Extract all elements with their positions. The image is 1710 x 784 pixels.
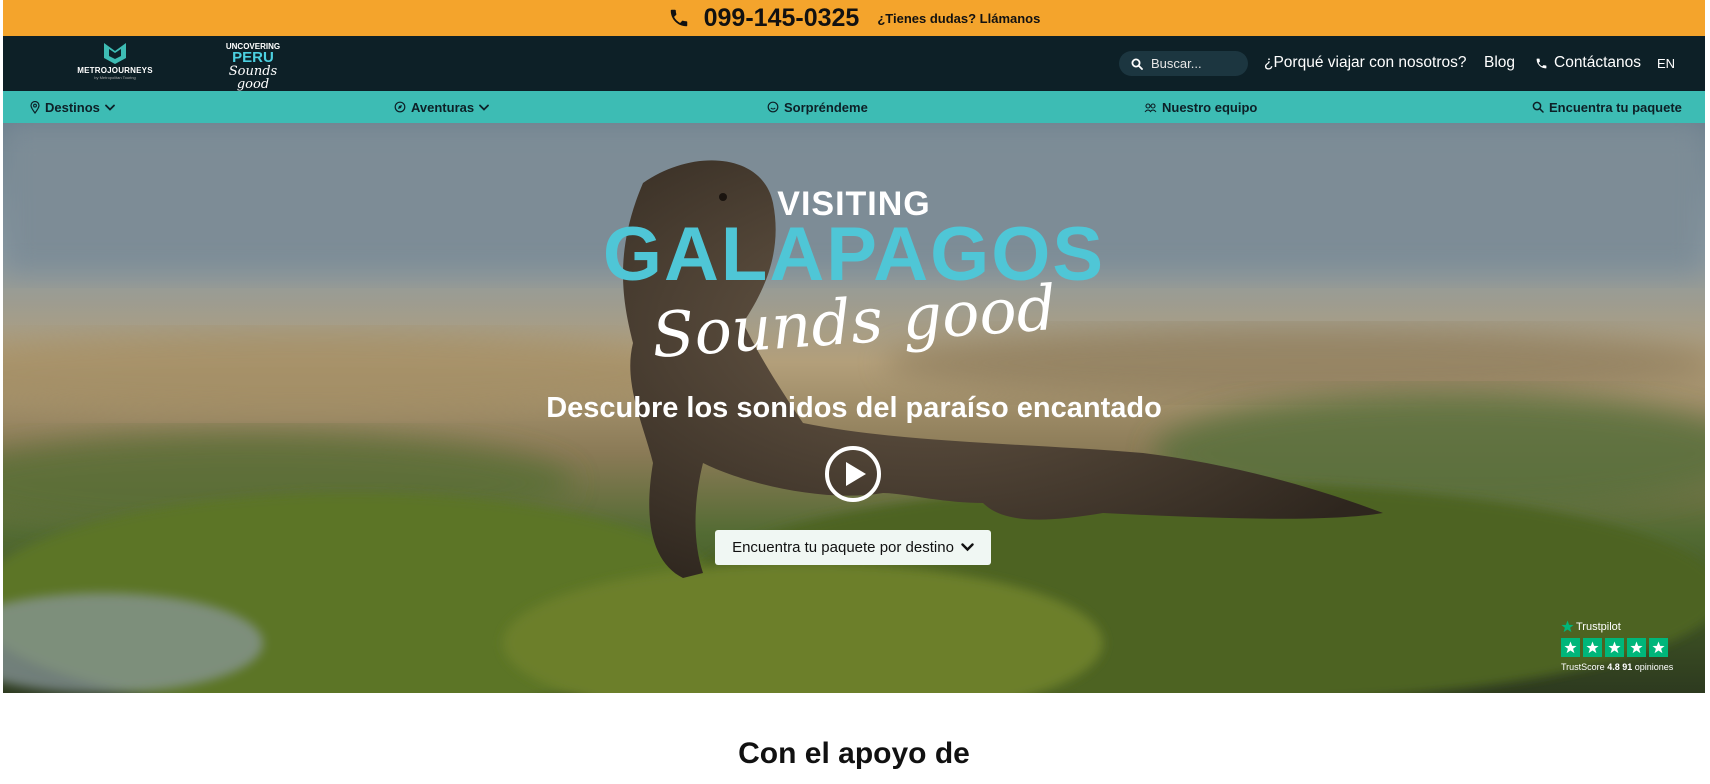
support-section-title: Con el apoyo de — [738, 737, 970, 770]
subnav-sorprendeme[interactable]: Sorpréndeme — [767, 91, 868, 123]
search-input[interactable] — [1151, 56, 1241, 71]
destination-dropdown-button[interactable]: Encuentra tu paquete por destino — [715, 530, 991, 565]
subnav-sorprendeme-label: Sorpréndeme — [784, 99, 868, 115]
metrojourneys-name: METROJOURNEYS — [77, 66, 153, 75]
reviews-label: opiniones — [1634, 662, 1674, 672]
sub-nav: Destinos Aventuras Sorpréndeme Nuestro e… — [3, 91, 1705, 123]
metrojourneys-byline: by Metropolitan Touring — [94, 75, 136, 80]
rating-star-icon — [1627, 638, 1646, 657]
trustscore-label: TrustScore — [1561, 662, 1605, 672]
nav-contact-link[interactable]: Contáctanos — [1535, 54, 1641, 72]
hero-banner: VISITING GALAPAGOS Sounds good Descubre … — [3, 123, 1705, 693]
search-box[interactable] — [1119, 51, 1248, 76]
trustpilot-brand-label: Trustpilot — [1576, 620, 1621, 633]
peru-logo-line3: Sounds good — [228, 64, 278, 92]
rating-star-icon — [1649, 638, 1668, 657]
call-us-text: ¿Tienes dudas? Llámanos — [877, 10, 1041, 26]
review-count: 91 — [1622, 662, 1633, 672]
nav-blog-link[interactable]: Blog — [1484, 54, 1515, 72]
map-pin-icon — [30, 100, 40, 114]
chevron-down-icon — [105, 104, 115, 111]
rating-star-icon — [1561, 638, 1580, 657]
subnav-equipo[interactable]: Nuestro equipo — [1144, 91, 1257, 123]
trustpilot-score: TrustScore 4.8 91 opiniones — [1561, 662, 1676, 672]
main-nav: METROJOURNEYS by Metropolitan Touring UN… — [3, 36, 1705, 91]
play-video-button[interactable] — [824, 445, 882, 503]
search-icon — [1131, 58, 1143, 70]
nav-contact-label: Contáctanos — [1554, 54, 1642, 71]
top-contact-bar: 099-145-0325 ¿Tienes dudas? Llámanos — [3, 0, 1705, 36]
subnav-destinos[interactable]: Destinos — [30, 91, 115, 123]
hero-content: VISITING GALAPAGOS Sounds good Descubre … — [3, 123, 1705, 693]
phone-number-link[interactable]: 099-145-0325 — [704, 4, 860, 33]
rating-star-icon — [1583, 638, 1602, 657]
phone-icon — [1536, 58, 1547, 68]
trustpilot-widget[interactable]: Trustpilot TrustScore 4.8 91 opiniones — [1561, 620, 1676, 672]
nav-why-travel-link[interactable]: ¿Porqué viajar con nosotros? — [1264, 54, 1466, 72]
phone-icon — [670, 9, 687, 27]
peru-logo-line2: PERU — [232, 49, 274, 66]
compass-icon — [394, 101, 406, 113]
trustpilot-star-icon — [1561, 620, 1574, 633]
trustpilot-stars — [1561, 638, 1676, 657]
destination-dropdown-label: Encuentra tu paquete por destino — [732, 539, 954, 556]
subnav-aventuras-label: Aventuras — [411, 99, 475, 115]
hero-tagline: Descubre los sonidos del paraíso encanta… — [546, 392, 1162, 424]
uncovering-peru-logo[interactable]: UNCOVERING PERU Sounds good — [221, 42, 285, 92]
subnav-destinos-label: Destinos — [45, 99, 100, 115]
subnav-equipo-label: Nuestro equipo — [1162, 99, 1258, 115]
search-icon — [1532, 101, 1544, 113]
metrojourneys-logo[interactable]: METROJOURNEYS by Metropolitan Touring — [75, 41, 155, 87]
trustpilot-brand: Trustpilot — [1561, 620, 1676, 633]
subnav-aventuras[interactable]: Aventuras — [394, 91, 490, 123]
rating-star-icon — [1605, 638, 1624, 657]
subnav-encuentra-paquete-label: Encuentra tu paquete — [1549, 99, 1682, 115]
smile-icon — [767, 101, 779, 113]
page: 099-145-0325 ¿Tienes dudas? Llámanos MET… — [3, 0, 1705, 784]
language-switch[interactable]: EN — [1657, 56, 1675, 71]
metrojourneys-mark-icon — [104, 43, 126, 64]
subnav-encuentra-paquete[interactable]: Encuentra tu paquete — [1532, 91, 1682, 123]
chevron-down-icon — [961, 543, 974, 552]
trustscore-value: 4.8 — [1607, 662, 1620, 672]
chevron-down-icon — [479, 104, 490, 111]
team-icon — [1144, 102, 1157, 112]
